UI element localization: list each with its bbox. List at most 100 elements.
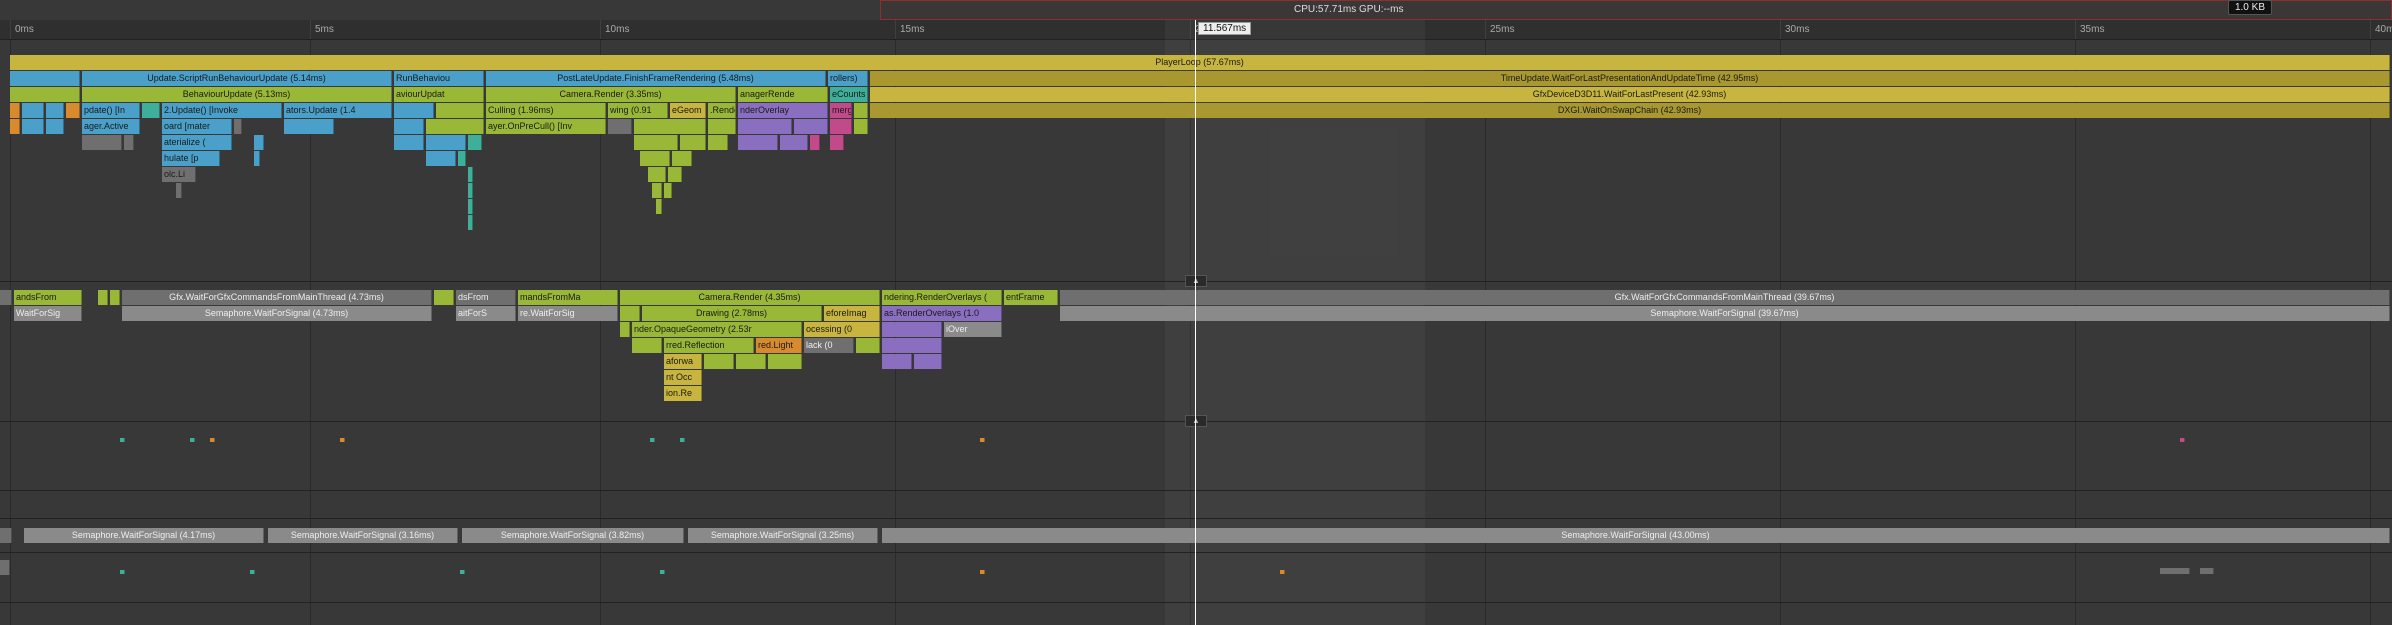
bar[interactable] <box>794 119 828 134</box>
bar[interactable] <box>668 167 682 182</box>
bar[interactable] <box>0 528 12 543</box>
bar[interactable] <box>704 354 734 369</box>
bar[interactable] <box>632 338 662 353</box>
bar[interactable] <box>2200 568 2214 574</box>
bar[interactable] <box>394 135 424 150</box>
bar[interactable] <box>468 215 473 230</box>
bar[interactable] <box>250 570 255 574</box>
bar[interactable] <box>210 438 215 442</box>
bar-sema-wait[interactable]: Semaphore.WaitForSignal (4.73ms) <box>122 306 432 321</box>
bar-playerloop[interactable]: PlayerLoop (57.67ms) <box>10 55 2390 70</box>
bar[interactable] <box>458 151 466 166</box>
bar[interactable] <box>634 119 706 134</box>
bar[interactable] <box>120 570 125 574</box>
bar[interactable] <box>680 438 685 442</box>
bar[interactable]: entFrame <box>1004 290 1058 305</box>
bar[interactable] <box>810 135 820 150</box>
bar-ager-active[interactable]: ager.Active <box>82 119 140 134</box>
bar[interactable] <box>254 135 264 150</box>
bar[interactable] <box>426 135 466 150</box>
bar[interactable] <box>142 103 160 118</box>
bar[interactable] <box>394 119 424 134</box>
bar[interactable] <box>436 103 484 118</box>
bar[interactable] <box>10 103 20 118</box>
bar[interactable] <box>656 199 662 214</box>
bar[interactable] <box>980 570 985 574</box>
bar[interactable] <box>394 103 434 118</box>
bar[interactable]: mergeO <box>830 103 852 118</box>
bar[interactable]: aitForS <box>456 306 516 321</box>
job-thread-track-1[interactable] <box>0 428 2392 488</box>
bar-deferred-reflection[interactable]: rred.Reflection <box>664 338 754 353</box>
bar[interactable] <box>882 338 942 353</box>
bar[interactable] <box>0 560 10 575</box>
bar[interactable]: eCounts <box>830 87 868 102</box>
bar-dxgi-wait-swapchain[interactable]: DXGI.WaitOnSwapChain (42.93ms) <box>870 103 2390 118</box>
bar[interactable] <box>620 306 640 321</box>
track-collapse-toggle[interactable]: ▲ <box>1185 415 1207 427</box>
main-thread-track[interactable]: PlayerLoop (57.67ms) Update.ScriptRunBeh… <box>0 55 2392 265</box>
bar[interactable] <box>46 119 64 134</box>
bar[interactable] <box>0 290 12 305</box>
bar[interactable]: .RenderOver <box>708 103 736 118</box>
bar[interactable]: wing (0.91 <box>608 103 668 118</box>
job-thread-track-2[interactable] <box>0 560 2392 600</box>
bar[interactable]: andsFrom <box>14 290 82 305</box>
bar[interactable] <box>830 135 844 150</box>
bar[interactable]: aviourUpdat <box>394 87 484 102</box>
bar[interactable] <box>648 167 666 182</box>
bar[interactable] <box>1280 570 1285 574</box>
bar-sema-wait[interactable]: Semaphore.WaitForSignal (3.25ms) <box>688 528 878 543</box>
bar[interactable] <box>110 290 120 305</box>
worker-thread-track[interactable]: Semaphore.WaitForSignal (4.17ms) Semapho… <box>0 528 2392 548</box>
bar[interactable] <box>634 135 678 150</box>
bar-sema-wait[interactable]: Semaphore.WaitForSignal (43.00ms) <box>882 528 2390 543</box>
bar[interactable] <box>608 119 632 134</box>
bar[interactable] <box>434 290 454 305</box>
bar-update2[interactable]: 2.Update() [Invoke <box>162 103 282 118</box>
bar[interactable] <box>254 151 260 166</box>
bar[interactable] <box>882 354 912 369</box>
bar-hulate[interactable]: hulate [p <box>162 151 220 166</box>
bar[interactable] <box>124 135 134 150</box>
bar[interactable] <box>650 438 655 442</box>
bar-onprecull[interactable]: ayer.OnPreCull() [Inv <box>486 119 606 134</box>
bar-drawing[interactable]: Drawing (2.78ms) <box>642 306 822 321</box>
bar[interactable] <box>680 135 706 150</box>
time-ruler[interactable]: 0ms 5ms 10ms 15ms 20ms 25ms 30ms 35ms 40… <box>0 20 2392 40</box>
bar[interactable]: eforeImag <box>824 306 880 321</box>
bar-sema-wait-2[interactable]: Semaphore.WaitForSignal (39.67ms) <box>1060 306 2390 321</box>
bar[interactable]: iOver <box>944 322 1002 337</box>
bar[interactable] <box>914 354 942 369</box>
bar-opaque-geom[interactable]: nder.OpaqueGeometry (2.53r <box>632 322 802 337</box>
bar[interactable] <box>426 151 456 166</box>
bar[interactable] <box>460 570 465 574</box>
bar[interactable] <box>82 135 122 150</box>
bar[interactable]: lack (0 <box>804 338 854 353</box>
bar[interactable] <box>340 438 345 442</box>
bar[interactable] <box>736 354 766 369</box>
bar-post-late-update[interactable]: PostLateUpdate.FinishFrameRendering (5.4… <box>486 71 826 86</box>
bar[interactable] <box>426 119 484 134</box>
bar-script-run-behaviour-update[interactable]: Update.ScriptRunBehaviourUpdate (5.14ms) <box>82 71 392 86</box>
bar[interactable] <box>98 290 108 305</box>
bar[interactable]: nderOverlay <box>738 103 828 118</box>
bar-update-invoke[interactable]: pdate() [In <box>82 103 140 118</box>
bar[interactable] <box>468 135 482 150</box>
bar-deferred-light[interactable]: red.Light <box>756 338 802 353</box>
bar[interactable] <box>2160 568 2190 574</box>
bar[interactable] <box>10 87 80 102</box>
bar[interactable]: mandsFromMa <box>518 290 618 305</box>
bar[interactable]: ocessing (0 <box>804 322 880 337</box>
bar[interactable] <box>284 119 334 134</box>
bar[interactable] <box>856 338 880 353</box>
bar[interactable] <box>780 135 808 150</box>
bar[interactable]: aforwa <box>664 354 702 369</box>
bar[interactable]: as.RenderOverlays (1.0 <box>882 306 1002 321</box>
bar[interactable]: ion.Re <box>664 386 702 401</box>
bar[interactable]: anagerRende <box>738 87 828 102</box>
bar-aterialize[interactable]: aterialize ( <box>162 135 232 150</box>
bar[interactable] <box>882 322 942 337</box>
bar[interactable]: eGeom <box>670 103 706 118</box>
bar[interactable] <box>468 183 473 198</box>
